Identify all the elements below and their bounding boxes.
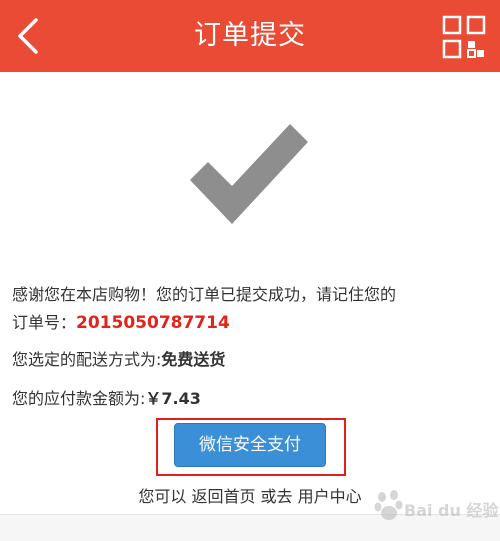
order-success-page: 订单提交 感谢您在本店购物！您的订单已提交成功，请记住您的 订单号：201505…	[0, 0, 500, 541]
home-link[interactable]: 返回首页	[191, 487, 255, 506]
shipping-value: 免费送货	[161, 350, 226, 369]
header-bar: 订单提交	[0, 0, 500, 72]
page-title: 订单提交	[194, 20, 306, 51]
footer-middle: 或去	[260, 487, 293, 506]
order-number-label: 订单号：	[12, 313, 77, 332]
grid-icon	[442, 15, 486, 59]
menu-grid-button[interactable]	[442, 15, 486, 59]
checkmark-icon	[190, 124, 308, 224]
amount-label: 您的应付款金额为:	[12, 389, 146, 408]
user-center-link[interactable]: 用户中心	[298, 487, 362, 506]
thanks-message: 感谢您在本店购物！您的订单已提交成功，请记住您的	[12, 285, 397, 304]
shipping-method-row: 您选定的配送方式为:免费送货	[12, 346, 492, 370]
shipping-label: 您选定的配送方式为:	[12, 350, 162, 369]
paw-icon	[374, 490, 403, 520]
order-number-value: 2015050787714	[76, 313, 230, 333]
footer-prefix: 您可以	[138, 487, 187, 506]
amount-value: ￥7.43	[145, 389, 201, 408]
watermark-text: Bai du 经验	[404, 501, 499, 520]
watermark: Bai du 经验	[374, 487, 498, 527]
amount-row: 您的应付款金额为:￥7.43	[12, 385, 492, 409]
chevron-left-icon	[18, 18, 38, 54]
back-button[interactable]	[8, 12, 52, 60]
order-number-row: 订单号：2015050787714	[12, 309, 492, 333]
wechat-pay-button[interactable]: 微信安全支付	[174, 423, 326, 467]
